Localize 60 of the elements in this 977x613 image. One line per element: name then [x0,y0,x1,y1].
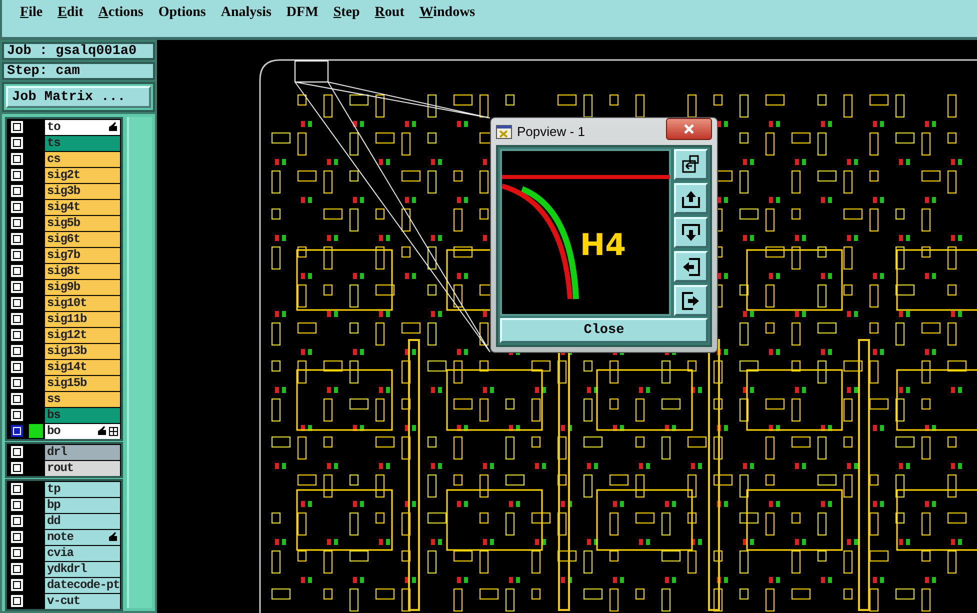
layer-name[interactable]: sig9b [45,280,120,294]
menu-item[interactable]: Rout [368,5,410,21]
down-arrow-icon [681,222,701,242]
right-arrow-icon [681,290,701,310]
menu-item[interactable]: Analysis [214,5,278,21]
layer-name[interactable]: v-cut [45,594,120,608]
layer-name[interactable]: sig2t [45,168,120,182]
menu-item[interactable]: Edit [52,5,90,21]
close-button[interactable]: Close [500,318,708,343]
layer-name[interactable]: dd [45,514,120,528]
layer-name[interactable]: sig3b [45,184,120,198]
layer-name[interactable]: sig12t [45,328,120,342]
layer-name[interactable]: bs [45,408,120,422]
menu-item[interactable]: Step [327,5,366,21]
layer-name[interactable]: datecode-pt [45,578,120,592]
layer-name[interactable]: sig11b [45,312,120,326]
layer-name[interactable]: tp [45,482,120,496]
layer-name[interactable]: cvia [45,546,120,560]
view-button[interactable] [674,251,708,282]
layer-name[interactable]: ydkdrl [45,562,120,576]
layer-name[interactable]: sig7b [45,248,120,262]
view-button[interactable] [674,217,708,248]
window-icon [681,154,701,174]
job-matrix-button[interactable]: Job Matrix ... [6,86,151,108]
menu-item[interactable]: Options [152,5,212,21]
zoom-label: H4 [580,231,626,261]
layer-name[interactable]: sig5b [45,216,120,230]
up-arrow-icon [681,188,701,208]
layer-name[interactable]: bp [45,498,120,512]
step-label: Step: cam [2,62,155,80]
layer-name[interactable]: sig10t [45,296,120,310]
view-button[interactable] [674,149,708,180]
layer-name[interactable]: cs [45,152,120,166]
layer-name[interactable]: sig8t [45,264,120,278]
layer-name[interactable]: ts [45,136,120,150]
layer-name[interactable]: note [45,530,120,544]
layer-name[interactable]: to [45,120,120,134]
job-label: Job : gsalq001a0 [2,42,155,60]
layer-name[interactable]: bo [45,424,120,438]
scrollbar[interactable] [126,117,152,608]
menu-item[interactable]: File [14,5,49,21]
view-button[interactable] [674,183,708,214]
left-arrow-icon [681,256,701,276]
view-button[interactable] [674,285,708,316]
layer-name[interactable]: sig13b [45,344,120,358]
close-button[interactable] [666,118,712,140]
layer-name[interactable]: drl [45,444,120,460]
layer-name[interactable]: rout [45,460,120,476]
layer-name[interactable]: sig4t [45,200,120,214]
menu-item[interactable]: Windows [413,5,482,21]
layer-name[interactable]: ss [45,392,120,406]
window-icon [496,124,512,138]
layer-name[interactable]: sig15b [45,376,120,390]
layer-name[interactable]: sig14t [45,360,120,374]
layer-name[interactable]: sig6t [45,232,120,246]
close-icon [683,124,695,134]
menu-item[interactable]: Actions [92,5,150,21]
checkbox[interactable] [11,425,23,437]
window-title: Popview - 1 [517,124,586,139]
menu-item[interactable]: DFM [280,5,324,21]
